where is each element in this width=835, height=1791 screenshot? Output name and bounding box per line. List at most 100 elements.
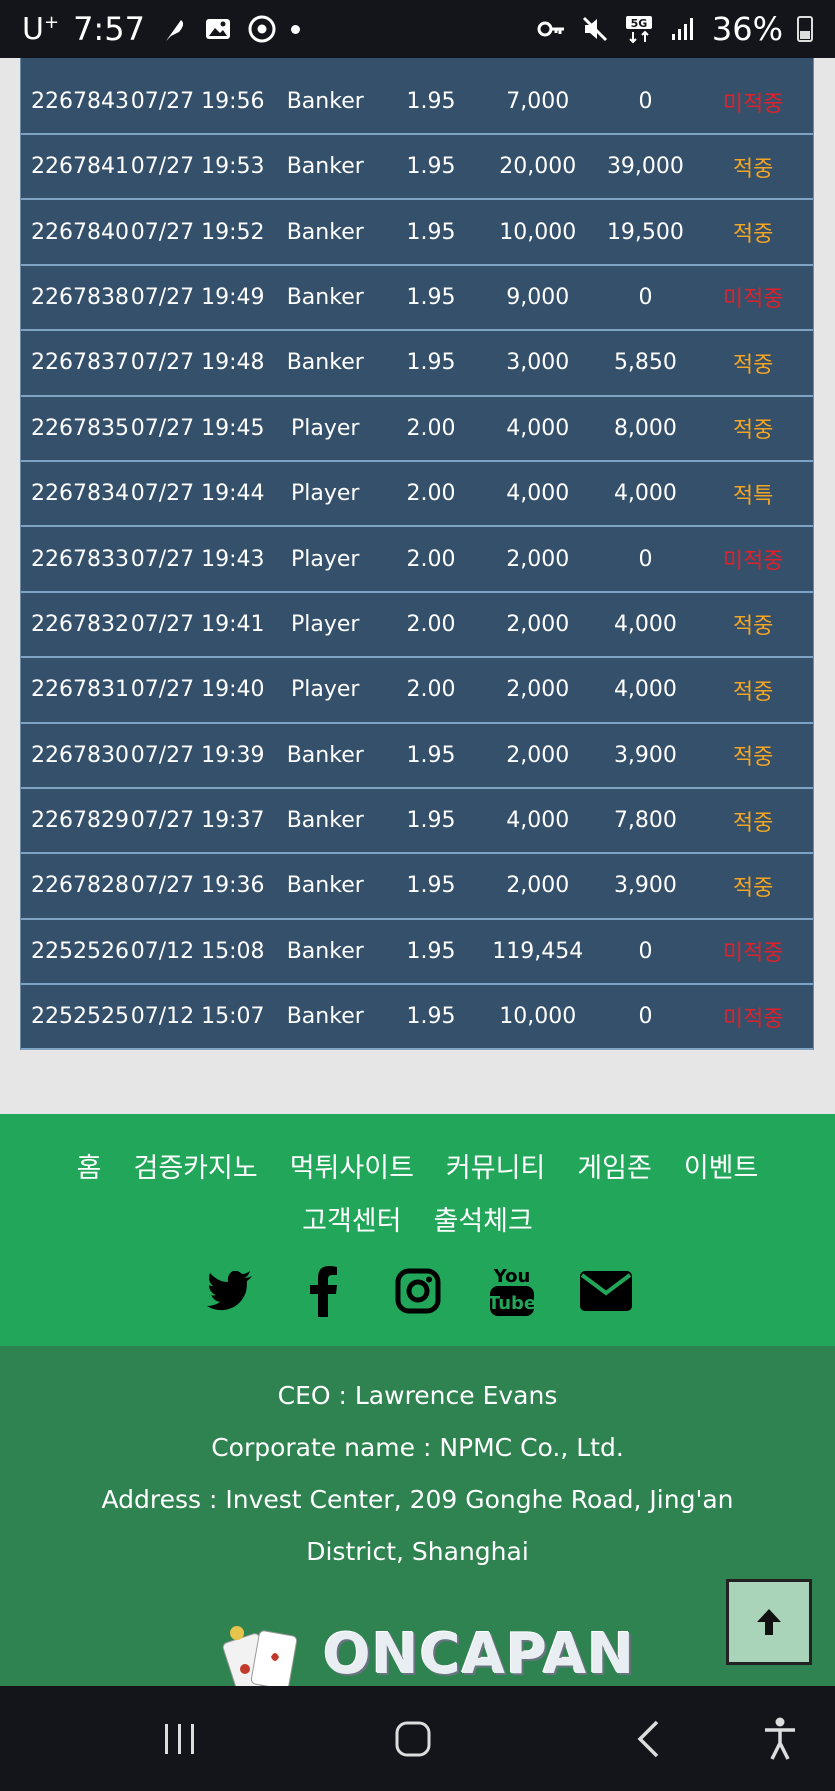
bet-pick: Player bbox=[291, 677, 360, 703]
corporate-name-text: Corporate name : NPMC Co., Ltd. bbox=[211, 1433, 624, 1462]
svg-text:5G: 5G bbox=[631, 17, 648, 30]
footer-menu-item[interactable]: 검증카지노 bbox=[134, 1142, 258, 1195]
bet-pick: Player bbox=[291, 415, 360, 441]
table-row: 2252525 07/12 15:07 Banker 1.95 10,000 0 미적중 bbox=[21, 985, 813, 1051]
bet-id: 2267831 bbox=[31, 677, 129, 703]
notification-dot-icon bbox=[290, 24, 300, 34]
bet-pick: Banker bbox=[286, 350, 364, 376]
bet-pick: Banker bbox=[286, 89, 364, 114]
carrier-label: U+ bbox=[22, 11, 60, 47]
bet-result-badge: 적중 bbox=[732, 614, 774, 640]
bet-id: 2267832 bbox=[31, 611, 129, 637]
bet-odds: 1.95 bbox=[406, 154, 456, 180]
bet-odds: 1.95 bbox=[406, 742, 456, 768]
mute-icon bbox=[582, 16, 607, 42]
bet-datetime: 07/27 19:56 bbox=[130, 89, 265, 114]
status-bar: U+ 7:57 5G 36% bbox=[0, 0, 835, 58]
bet-result-badge: 적중 bbox=[732, 875, 774, 901]
bet-datetime: 07/27 19:45 bbox=[130, 415, 265, 441]
facebook-icon[interactable] bbox=[297, 1264, 351, 1318]
svg-text:You: You bbox=[492, 1266, 530, 1287]
bet-pick: Banker bbox=[286, 154, 364, 180]
win-amount: 0 bbox=[638, 284, 653, 310]
bet-result-badge: 미적중 bbox=[722, 1006, 784, 1032]
bet-amount: 2,000 bbox=[506, 677, 570, 703]
bet-amount: 10,000 bbox=[499, 219, 577, 245]
table-row: 2267835 07/27 19:45 Player 2.00 4,000 8,000 적중 bbox=[21, 397, 813, 462]
youtube-icon[interactable]: You Tube bbox=[485, 1264, 539, 1318]
bet-pick: Banker bbox=[286, 742, 364, 768]
instagram-icon[interactable] bbox=[391, 1264, 445, 1318]
bet-amount: 20,000 bbox=[499, 154, 577, 180]
table-row: 2252526 07/12 15:08 Banker 1.95 119,454 0 미적중 bbox=[21, 920, 813, 986]
bet-result-badge: 미적중 bbox=[722, 287, 784, 313]
bet-datetime: 07/27 19:48 bbox=[130, 350, 265, 376]
bet-amount: 2,000 bbox=[506, 546, 570, 572]
table-row: 2267843 07/27 19:56 Banker 1.95 7,000 0 미적중 bbox=[21, 58, 813, 135]
table-row: 2267840 07/27 19:52 Banker 1.95 10,000 19,500… bbox=[21, 200, 813, 266]
playing-cards-icon bbox=[222, 1625, 298, 1687]
table-row: 2267833 07/27 19:43 Player 2.00 2,000 0 미적중 bbox=[21, 527, 813, 593]
bet-odds: 1.95 bbox=[406, 873, 456, 899]
footer-menu-item[interactable]: 이벤트 bbox=[684, 1142, 759, 1195]
back-button[interactable] bbox=[632, 1719, 664, 1759]
win-amount: 0 bbox=[638, 546, 653, 572]
bet-pick: Player bbox=[291, 546, 360, 572]
bet-amount: 4,000 bbox=[506, 481, 570, 507]
social-links: You Tube bbox=[0, 1264, 835, 1318]
table-row: 2267829 07/27 19:37 Banker 1.95 4,000 7,800 적중 bbox=[21, 789, 813, 855]
bet-pick: Banker bbox=[286, 219, 364, 245]
bet-result-badge: 적중 bbox=[732, 745, 774, 771]
twitter-icon[interactable] bbox=[203, 1264, 257, 1318]
clock: 7:57 bbox=[73, 10, 145, 48]
mail-icon[interactable] bbox=[579, 1264, 633, 1318]
footer-menu-item[interactable]: 홈 bbox=[77, 1142, 102, 1195]
win-amount: 39,000 bbox=[606, 154, 684, 180]
bet-id: 2267834 bbox=[31, 481, 129, 507]
bet-id: 2252525 bbox=[31, 1004, 129, 1030]
footer-menu-item[interactable]: 출석체크 bbox=[434, 1195, 533, 1248]
win-amount: 8,000 bbox=[613, 415, 677, 441]
win-amount: 0 bbox=[638, 938, 653, 964]
bet-result-badge: 적중 bbox=[732, 810, 774, 836]
win-amount: 4,000 bbox=[613, 677, 677, 703]
address-text: Address : Invest Center, 209 Gonghe Road… bbox=[101, 1485, 734, 1566]
bet-odds: 1.95 bbox=[406, 1004, 456, 1030]
table-row: 2267832 07/27 19:41 Player 2.00 2,000 4,000 적중 bbox=[21, 593, 813, 659]
bet-odds: 1.95 bbox=[406, 284, 456, 310]
win-amount: 7,800 bbox=[613, 808, 677, 834]
bet-amount: 119,454 bbox=[492, 938, 584, 964]
bet-datetime: 07/27 19:53 bbox=[130, 154, 265, 180]
bet-odds: 1.95 bbox=[406, 89, 456, 114]
accessibility-button[interactable] bbox=[760, 1716, 800, 1762]
win-amount: 3,900 bbox=[613, 742, 677, 768]
bet-datetime: 07/12 15:07 bbox=[130, 1004, 265, 1030]
bet-odds: 2.00 bbox=[406, 481, 456, 507]
bet-datetime: 07/27 19:36 bbox=[130, 873, 265, 899]
feather-icon bbox=[165, 20, 184, 41]
site-logo[interactable]: ONCAPAN bbox=[215, 1622, 635, 1687]
bet-id: 2252526 bbox=[31, 938, 129, 964]
bet-amount: 2,000 bbox=[506, 742, 570, 768]
table-row: 2267838 07/27 19:49 Banker 1.95 9,000 0 미적중 bbox=[21, 266, 813, 332]
chrome-icon bbox=[248, 15, 276, 43]
bet-result-badge: 미적중 bbox=[722, 549, 784, 575]
table-row: 2267830 07/27 19:39 Banker 1.95 2,000 3,900 적중 bbox=[21, 724, 813, 789]
footer-menu-item[interactable]: 게임존 bbox=[577, 1142, 652, 1195]
bet-amount: 2,000 bbox=[506, 611, 570, 637]
footer-menu-item[interactable]: 고객센터 bbox=[302, 1195, 401, 1248]
footer-menu-item[interactable]: 먹튀사이트 bbox=[290, 1142, 414, 1195]
bet-amount: 7,000 bbox=[506, 89, 570, 114]
table-row: 2267831 07/27 19:40 Player 2.00 2,000 4,000 적중 bbox=[21, 658, 813, 724]
scroll-to-top-button[interactable] bbox=[726, 1579, 812, 1665]
battery-percent: 36% bbox=[711, 10, 783, 48]
footer-menu-item[interactable]: 커뮤니티 bbox=[446, 1142, 545, 1195]
bet-id: 2267843 bbox=[31, 89, 129, 114]
bet-datetime: 07/27 19:41 bbox=[130, 611, 265, 637]
bet-result-badge: 미적중 bbox=[722, 941, 784, 967]
footer-menu: 홈 검증카지노 먹튀사이트 커뮤니티 게임존 이벤트고객센터 출석체크 bbox=[0, 1114, 835, 1248]
bet-result-badge: 미적중 bbox=[722, 91, 784, 117]
home-button[interactable] bbox=[393, 1719, 433, 1759]
footer-nav: 홈 검증카지노 먹튀사이트 커뮤니티 게임존 이벤트고객센터 출석체크 You Tube bbox=[0, 1114, 835, 1346]
recents-button[interactable] bbox=[160, 1720, 200, 1758]
